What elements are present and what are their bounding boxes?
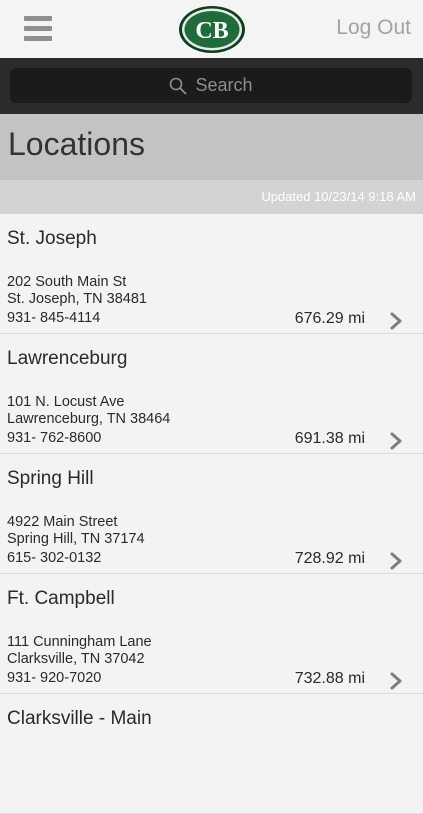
logo-text: CB bbox=[195, 18, 228, 44]
menu-icon[interactable] bbox=[24, 14, 52, 42]
search-placeholder: Search bbox=[195, 75, 253, 95]
location-phone: 931- 762-8600 bbox=[7, 430, 102, 446]
chevron-right-icon[interactable] bbox=[389, 312, 403, 330]
address-line-2: Clarksville, TN 37042 bbox=[7, 651, 145, 667]
location-distance: 732.88 mi bbox=[294, 670, 365, 687]
location-address: 111 Cunningham Lane Clarksville, TN 37042 bbox=[7, 634, 152, 668]
location-row[interactable]: Spring Hill 4922 Main Street Spring Hill, … bbox=[0, 454, 423, 574]
address-line-2: St. Joseph, TN 38481 bbox=[7, 291, 147, 307]
chevron-right-icon[interactable] bbox=[389, 672, 403, 690]
top-nav-bar: CB Log Out bbox=[0, 0, 423, 58]
location-name: Lawrenceburg bbox=[7, 348, 128, 369]
location-row[interactable]: St. Joseph 202 South Main St St. Joseph, T… bbox=[0, 214, 423, 334]
location-address: 4922 Main Street Spring Hill, TN 37174 bbox=[7, 514, 145, 548]
search-bar: Search bbox=[0, 58, 423, 114]
location-name: Clarksville - Main bbox=[7, 708, 152, 729]
search-input[interactable]: Search bbox=[10, 68, 412, 103]
location-name: Spring Hill bbox=[7, 468, 94, 489]
locations-list: St. Joseph 202 South Main St St. Joseph, T… bbox=[0, 214, 423, 814]
location-phone: 931- 920-7020 bbox=[7, 670, 102, 686]
address-line-1: 202 South Main St bbox=[7, 274, 127, 290]
address-line-2: Spring Hill, TN 37174 bbox=[7, 531, 145, 547]
chevron-right-icon[interactable] bbox=[389, 552, 403, 570]
location-row[interactable]: Lawrenceburg 101 N. Locust Ave Lawrencebur… bbox=[0, 334, 423, 454]
location-name: Ft. Campbell bbox=[7, 588, 115, 609]
location-address: 202 South Main St St. Joseph, TN 38481 bbox=[7, 274, 147, 308]
updated-timestamp: Updated 10/23/14 9:18 AM bbox=[261, 189, 416, 204]
location-name: St. Joseph bbox=[7, 228, 97, 249]
logout-button[interactable]: Log Out bbox=[336, 16, 411, 40]
address-line-1: 101 N. Locust Ave bbox=[7, 394, 125, 410]
location-distance: 728.92 mi bbox=[294, 550, 365, 567]
locations-header: Locations bbox=[0, 114, 423, 180]
address-line-1: 4922 Main Street bbox=[7, 514, 118, 530]
search-icon bbox=[170, 77, 187, 94]
updated-bar: Updated 10/23/14 9:18 AM bbox=[0, 180, 423, 214]
page-title: Locations bbox=[8, 126, 145, 162]
address-line-2: Lawrenceburg, TN 38464 bbox=[7, 411, 171, 427]
address-line-1: 111 Cunningham Lane bbox=[7, 634, 152, 650]
location-row[interactable]: Clarksville - Main bbox=[0, 694, 423, 814]
location-phone: 615- 302-0132 bbox=[7, 550, 102, 566]
cb-logo: CB bbox=[179, 6, 245, 53]
location-phone: 931- 845-4114 bbox=[7, 310, 101, 326]
location-row[interactable]: Ft. Campbell 111 Cunningham Lane Clarksvil… bbox=[0, 574, 423, 694]
location-address: 101 N. Locust Ave Lawrenceburg, TN 38464 bbox=[7, 394, 170, 428]
chevron-right-icon[interactable] bbox=[389, 432, 403, 450]
location-distance: 676.29 mi bbox=[294, 310, 365, 327]
location-distance: 691.38 mi bbox=[294, 430, 365, 447]
